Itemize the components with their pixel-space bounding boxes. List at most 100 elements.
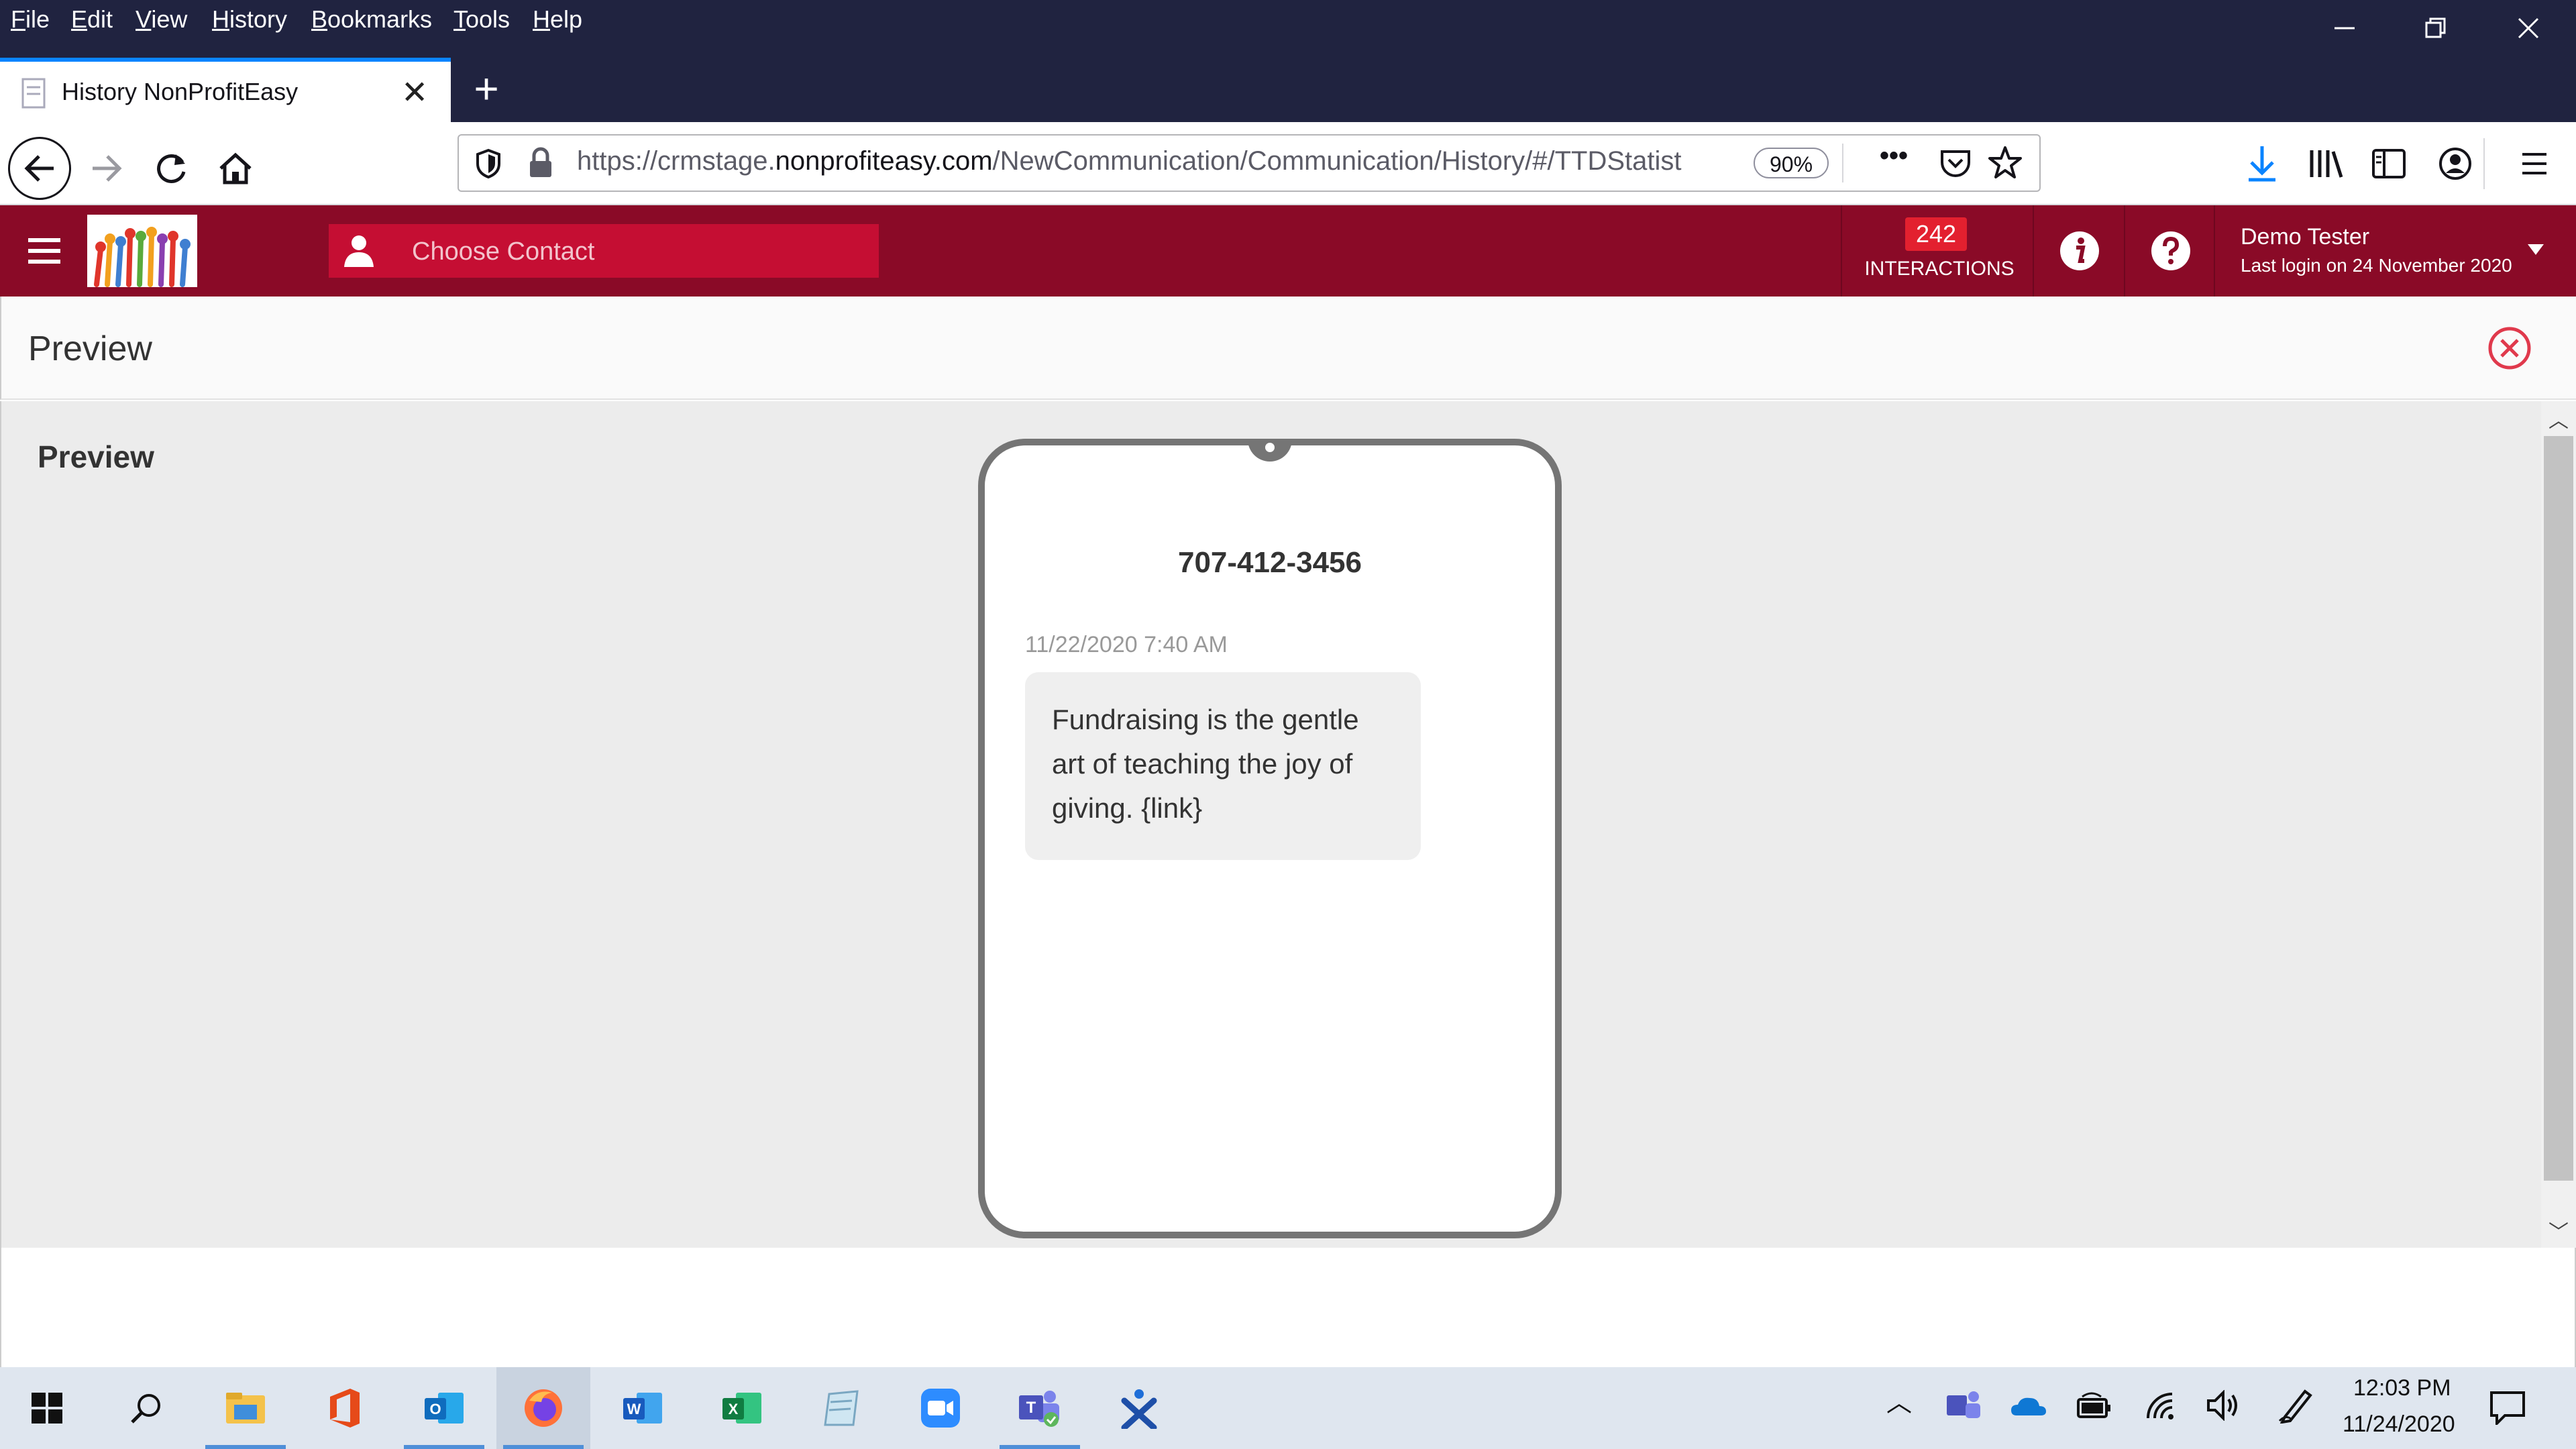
- new-tab-button[interactable]: +: [463, 64, 510, 113]
- taskbar-active-indicator: [205, 1445, 286, 1449]
- volume-icon[interactable]: [2206, 1390, 2242, 1421]
- firefox-icon: [525, 1389, 562, 1427]
- show-hidden-icons-chevron-up-icon[interactable]: ︿: [1886, 1382, 1912, 1419]
- choose-contact-placeholder: Choose Contact: [412, 237, 595, 266]
- taskbar-outlook[interactable]: O: [397, 1367, 491, 1449]
- pen-workspace-icon[interactable]: [2278, 1387, 2313, 1424]
- interactions-button[interactable]: 242 INTERACTIONS: [1841, 205, 2037, 297]
- teams-icon: T: [1019, 1391, 1059, 1427]
- forward-arrow-icon: [93, 155, 122, 182]
- xodo-icon: [1121, 1389, 1157, 1429]
- preview-panel-header: [0, 297, 2576, 400]
- last-login-text: Last login on 24 November 2020: [2241, 255, 2512, 276]
- taskbar-office[interactable]: [298, 1367, 392, 1449]
- battery-icon[interactable]: [2076, 1391, 2112, 1421]
- reload-icon: [157, 154, 186, 183]
- scroll-up-icon[interactable]: ︿: [2541, 404, 2576, 433]
- svg-text:T: T: [1026, 1399, 1036, 1417]
- taskbar-firefox[interactable]: [496, 1367, 590, 1449]
- svg-text:X: X: [729, 1401, 739, 1417]
- scroll-thumb[interactable]: [2544, 436, 2573, 1181]
- menu-edit[interactable]: Edit: [71, 5, 113, 34]
- panel-title: Preview: [28, 329, 152, 368]
- taskbar-teams[interactable]: T: [993, 1367, 1087, 1449]
- teams-tray-icon[interactable]: [1945, 1389, 1982, 1422]
- excel-icon: X: [722, 1393, 761, 1424]
- taskbar-excel[interactable]: X: [695, 1367, 789, 1449]
- url-text: https://crmstage.nonprofiteasy.com/NewCo…: [577, 146, 1717, 176]
- zoom-icon: [921, 1389, 960, 1428]
- hamburger-menu-icon[interactable]: [2520, 149, 2549, 178]
- restore-button[interactable]: [2392, 0, 2479, 56]
- app-menu-icon[interactable]: [25, 235, 63, 267]
- chevron-down-icon[interactable]: [2526, 243, 2545, 256]
- library-icon[interactable]: [2308, 146, 2345, 181]
- search-icon: [131, 1394, 160, 1424]
- page-actions-button[interactable]: •••: [1880, 141, 1908, 171]
- recipient-phone-number: 707-412-3456: [1177, 546, 1362, 579]
- bookmark-star-icon[interactable]: [1987, 145, 2023, 181]
- downloads-icon[interactable]: [2245, 144, 2279, 184]
- home-button[interactable]: [212, 145, 259, 192]
- notepad-icon: [824, 1390, 859, 1426]
- taskbar-zoom[interactable]: [894, 1367, 987, 1449]
- urlbar-divider: [1842, 144, 1843, 182]
- info-icon: [2060, 231, 2099, 270]
- lock-icon[interactable]: [526, 146, 555, 180]
- forward-button[interactable]: [83, 145, 130, 192]
- tab-history-nonprofiteasy[interactable]: History NonProfitEasy ✕: [0, 58, 451, 122]
- taskbar-active-indicator: [404, 1445, 484, 1449]
- page-bottom-area: [0, 1248, 2576, 1367]
- menu-bookmarks[interactable]: Bookmarks: [311, 5, 432, 34]
- vertical-scrollbar[interactable]: ︿ ﹀: [2541, 401, 2576, 1248]
- message-timestamp: 11/22/2020 7:40 AM: [1025, 632, 1228, 657]
- phone-mockup: 707-412-3456 11/22/2020 7:40 AM Fundrais…: [978, 439, 1562, 1238]
- wifi-icon[interactable]: [2144, 1391, 2176, 1421]
- help-button[interactable]: [2124, 205, 2216, 297]
- choose-contact-field[interactable]: Choose Contact: [329, 224, 879, 278]
- onedrive-cloud-icon[interactable]: [2010, 1394, 2047, 1418]
- close-window-button[interactable]: [2485, 0, 2572, 56]
- notification-center-icon[interactable]: [2489, 1390, 2526, 1425]
- taskbar-xodo[interactable]: [1092, 1367, 1186, 1449]
- taskbar-search-button[interactable]: [99, 1367, 193, 1449]
- menu-history[interactable]: History: [212, 5, 287, 34]
- menu-tools[interactable]: Tools: [453, 5, 510, 34]
- account-icon[interactable]: [2436, 145, 2474, 182]
- tab-close-icon[interactable]: ✕: [401, 74, 428, 111]
- tracking-protection-shield-icon[interactable]: [474, 148, 503, 180]
- user-menu[interactable]: [2215, 205, 2576, 297]
- minimize-icon: [2334, 27, 2355, 30]
- minimize-button[interactable]: [2301, 0, 2388, 56]
- back-button[interactable]: [8, 137, 71, 200]
- taskbar-active-indicator: [503, 1445, 584, 1449]
- user-name: Demo Tester: [2241, 224, 2370, 250]
- clock-date[interactable]: 11/24/2020: [2343, 1411, 2455, 1438]
- taskbar-word[interactable]: W: [596, 1367, 690, 1449]
- info-button[interactable]: [2033, 205, 2125, 297]
- start-button[interactable]: [0, 1367, 94, 1449]
- taskbar-notepad[interactable]: [794, 1367, 888, 1449]
- sidebar-icon[interactable]: [2371, 146, 2408, 181]
- scroll-down-icon[interactable]: ﹀: [2541, 1216, 2576, 1245]
- clock-time[interactable]: 12:03 PM: [2353, 1375, 2451, 1401]
- word-icon: W: [623, 1393, 662, 1424]
- zoom-level-badge[interactable]: 90%: [1754, 148, 1829, 178]
- preview-section-label: Preview: [38, 439, 154, 474]
- close-icon: [2518, 17, 2539, 39]
- menu-view[interactable]: View: [136, 5, 187, 34]
- menu-help[interactable]: Help: [533, 5, 582, 34]
- pocket-icon[interactable]: [1939, 148, 1972, 180]
- address-bar[interactable]: https://crmstage.nonprofiteasy.com/NewCo…: [458, 134, 2041, 192]
- menu-file[interactable]: File: [11, 5, 50, 34]
- url-prefix: https://crmstage.: [577, 146, 775, 176]
- close-preview-icon[interactable]: [2487, 326, 2532, 370]
- taskbar-file-explorer[interactable]: [199, 1367, 292, 1449]
- svg-text:O: O: [429, 1401, 441, 1417]
- interactions-label: INTERACTIONS: [1864, 258, 2015, 280]
- toolbar-divider: [2483, 138, 2485, 189]
- contact-person-icon: [329, 224, 389, 278]
- reload-button[interactable]: [148, 145, 195, 192]
- url-path: /NewCommunication/Communication/History/…: [992, 146, 1682, 176]
- nonprofiteasy-logo[interactable]: [87, 215, 197, 287]
